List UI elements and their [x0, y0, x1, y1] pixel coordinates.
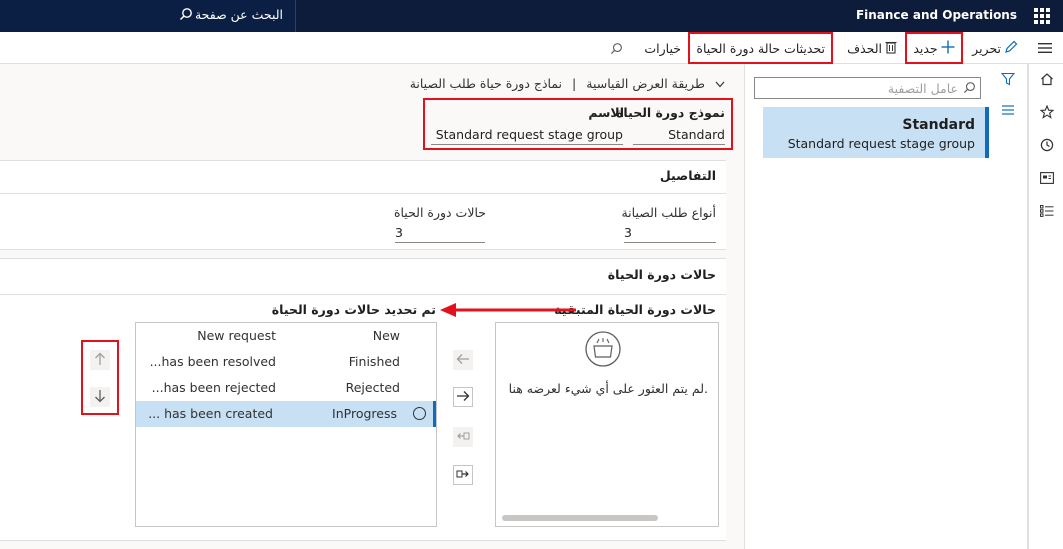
list-item-description: Standard request stage group — [787, 136, 975, 151]
modules-list-icon[interactable] — [1038, 202, 1056, 220]
new-label: جديد — [913, 40, 938, 56]
move-right-button[interactable] — [453, 387, 473, 407]
list-pane: عامل التصفية Standard Standard request s… — [744, 64, 1028, 549]
search-icon — [179, 7, 193, 24]
state-description: New request — [197, 328, 276, 343]
breadcrumb-page[interactable]: نماذج دورة حياة طلب الصيانة — [410, 76, 562, 91]
remaining-states-list[interactable]: لم يتم العثور على أي شيء لعرضه هنا. — [495, 322, 719, 527]
list-row[interactable]: Finished ...has been resolved — [136, 349, 436, 375]
section-divider — [0, 294, 726, 295]
lifecycle-states-section-title[interactable]: حالات دورة الحياة — [608, 267, 716, 282]
selected-states-list[interactable]: New New request Finished ...has been res… — [135, 322, 437, 527]
lifecycle-states-section: حالات دورة الحياة حالات دورة الحياة المت… — [0, 258, 726, 541]
top-bar: البحث عن صفحة Finance and Operations — [0, 0, 1063, 32]
delete-button[interactable]: الحذف — [847, 32, 897, 64]
plus-icon — [941, 40, 955, 57]
list-item[interactable]: Standard Standard request stage group — [763, 107, 989, 158]
list-row[interactable]: New New request — [136, 323, 436, 349]
favorites-star-icon[interactable] — [1038, 103, 1056, 121]
view-selector[interactable]: طريقة العرض القياسية — [586, 76, 705, 91]
edit-label: تحرير — [972, 40, 1001, 56]
section-divider — [0, 193, 726, 194]
selected-list-row[interactable]: InProgress ... has been created — [136, 401, 436, 427]
filter-placeholder: عامل التصفية — [887, 81, 958, 96]
empty-message: لم يتم العثور على أي شيء لعرضه هنا. — [508, 381, 708, 396]
empty-folder-icon — [585, 331, 621, 370]
search-text: البحث عن صفحة — [194, 7, 283, 22]
workspaces-icon[interactable] — [1038, 169, 1056, 187]
options-button[interactable]: خيارات — [644, 32, 681, 64]
remaining-states-label: حالات دورة الحياة المتبقية — [554, 302, 716, 317]
state-name: Finished — [348, 354, 400, 369]
arrow-down-icon — [94, 389, 106, 406]
filter-search-icon — [963, 81, 976, 97]
move-up-button[interactable] — [90, 350, 110, 370]
lifecycle-state-updates-button[interactable]: تحديثات حالة دورة الحياة — [688, 32, 833, 64]
list-item-name: Standard — [902, 117, 975, 133]
request-types-field[interactable]: 3 — [624, 225, 716, 243]
details-section: التفاصيل أنواع طلب الصيانة 3 حالات دورة … — [0, 160, 726, 250]
pencil-icon — [1004, 40, 1018, 57]
reorder-buttons-group — [81, 340, 119, 415]
state-description: ...has been resolved — [149, 354, 276, 369]
action-search-icon[interactable] — [610, 32, 623, 64]
move-all-left-button[interactable] — [453, 427, 473, 447]
trash-icon — [885, 40, 897, 57]
request-types-label: أنواع طلب الصيانة — [621, 205, 716, 220]
options-label: خيارات — [644, 40, 681, 56]
details-section-title[interactable]: التفاصيل — [660, 168, 716, 183]
breadcrumb-separator: | — [572, 76, 577, 91]
lifecycle-states-count-field[interactable]: 3 — [395, 225, 485, 243]
delete-label: الحذف — [847, 40, 882, 56]
lifecycle-model-label: نموذج دورة الحياة — [616, 105, 725, 120]
annotation-arrow — [440, 303, 576, 317]
state-description: ... has been created — [148, 406, 273, 421]
state-description: ...has been rejected — [151, 380, 276, 395]
name-label: الاسم — [588, 105, 624, 120]
chevron-down-icon[interactable] — [715, 76, 725, 91]
arrow-left-icon — [456, 353, 470, 368]
selected-states-label: تم تحديد حالات دورة الحياة — [271, 302, 436, 317]
state-name: Rejected — [345, 380, 400, 395]
row-radio-button[interactable] — [413, 407, 426, 420]
page-search-box[interactable]: البحث عن صفحة — [0, 0, 296, 32]
navigation-rail — [1028, 64, 1063, 549]
breadcrumb: نماذج دورة حياة طلب الصيانة | طريقة العر… — [410, 76, 725, 91]
move-left-button[interactable] — [453, 350, 473, 370]
recent-clock-icon[interactable] — [1038, 136, 1056, 154]
edit-button[interactable]: تحرير — [972, 32, 1018, 64]
app-title: Finance and Operations — [855, 8, 1017, 22]
move-all-left-icon — [456, 430, 470, 445]
move-down-button[interactable] — [90, 387, 110, 407]
lifecycle-updates-label: تحديثات حالة دورة الحياة — [696, 40, 825, 56]
list-row[interactable]: Rejected ...has been rejected — [136, 375, 436, 401]
state-name: InProgress — [332, 406, 397, 421]
lifecycle-states-count-label: حالات دورة الحياة — [393, 205, 486, 220]
header-fields-group: نموذج دورة الحياة Standard الاسم Standar… — [423, 98, 733, 150]
hamburger-menu-icon[interactable] — [1035, 32, 1055, 64]
funnel-filter-icon[interactable] — [1000, 72, 1016, 89]
arrow-right-icon — [456, 390, 470, 405]
horizontal-scrollbar[interactable] — [502, 515, 658, 521]
home-icon[interactable] — [1038, 70, 1056, 88]
move-all-right-button[interactable] — [453, 465, 473, 485]
new-button[interactable]: جديد — [905, 32, 963, 64]
name-field[interactable]: Standard request stage group — [431, 127, 623, 145]
move-all-right-icon — [456, 468, 470, 483]
list-view-icon[interactable] — [1001, 104, 1015, 119]
arrow-up-icon — [94, 352, 106, 369]
lifecycle-model-field[interactable]: Standard — [633, 127, 725, 145]
filter-input[interactable]: عامل التصفية — [754, 77, 981, 99]
action-pane: تحرير جديد الحذف تحديثات حالة دورة الحيا… — [0, 32, 1063, 64]
app-launcher-icon[interactable] — [1034, 8, 1050, 24]
state-name: New — [372, 328, 400, 343]
